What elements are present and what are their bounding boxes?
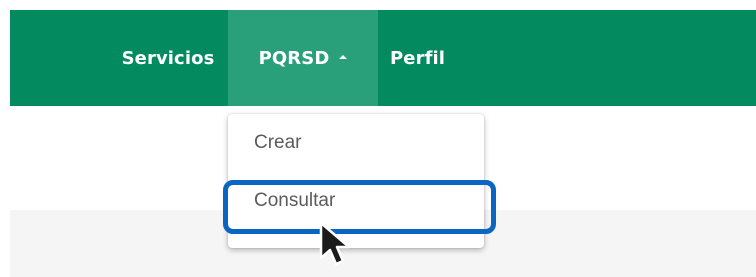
menu-item-crear[interactable]: Crear: [228, 126, 484, 160]
pqrsd-dropdown-menu: Crear Consultar: [228, 114, 484, 248]
nav-item-label: Perfil: [390, 47, 446, 69]
nav-item-servicios[interactable]: Servicios: [108, 10, 228, 106]
menu-item-label: Crear: [254, 132, 302, 153]
caret-up-icon: [339, 55, 348, 59]
nav-item-label: PQRSD: [258, 47, 330, 69]
page: Servicios PQRSD Perfil Crear Consultar: [0, 0, 756, 277]
menu-item-consultar[interactable]: Consultar: [228, 184, 484, 218]
nav-item-pqrsd[interactable]: PQRSD: [228, 10, 378, 106]
top-navbar: Servicios PQRSD Perfil: [10, 10, 756, 106]
nav-item-label: Servicios: [121, 47, 215, 69]
nav-item-perfil[interactable]: Perfil: [390, 10, 462, 106]
menu-item-label: Consultar: [254, 190, 336, 211]
